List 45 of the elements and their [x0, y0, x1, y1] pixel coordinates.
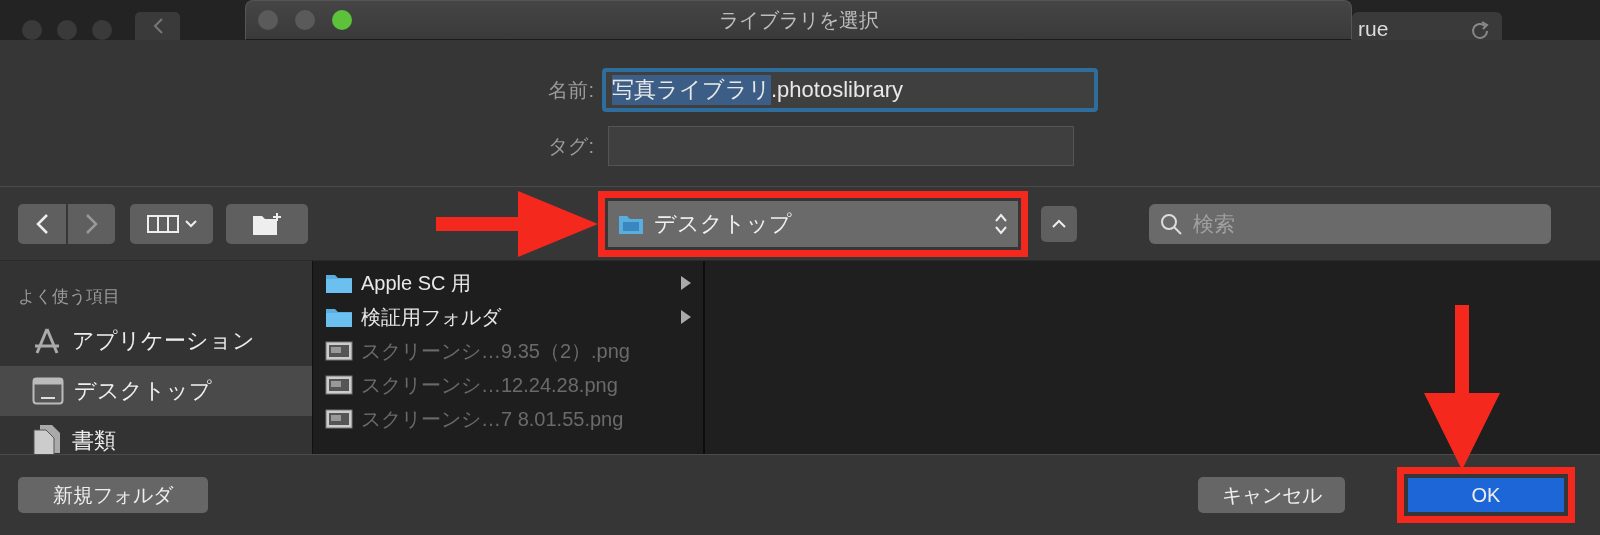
window-control [22, 20, 42, 40]
file-row[interactable]: 検証用フォルダ [313, 300, 703, 334]
disclosure-icon [681, 276, 691, 290]
stepper-icon [994, 211, 1008, 236]
chevron-left-icon [151, 17, 164, 35]
ok-button[interactable]: OK [1408, 478, 1564, 512]
back-button[interactable] [18, 203, 66, 244]
reload-icon [1470, 20, 1490, 40]
zoom-button[interactable] [332, 10, 352, 30]
location-popup[interactable]: デスクトップ [608, 200, 1018, 247]
cancel-button[interactable]: キャンセル [1198, 477, 1345, 513]
sidebar-item[interactable]: アプリケーション [0, 316, 312, 366]
view-options-button[interactable] [130, 203, 213, 244]
name-field[interactable]: 写真ライブラリ.photoslibrary [602, 68, 1098, 112]
new-folder-button[interactable] [226, 203, 308, 244]
sidebar-item[interactable]: デスクトップ [0, 366, 312, 416]
columns-icon [146, 213, 179, 234]
collapse-button[interactable] [1041, 205, 1077, 242]
image-thumbnail-icon [325, 409, 353, 429]
tags-field[interactable] [608, 126, 1074, 166]
image-thumbnail-icon [325, 341, 353, 361]
new-folder-icon [252, 211, 282, 236]
window-control [92, 20, 112, 40]
chevron-right-icon [84, 212, 99, 235]
tab-text: rue [1358, 18, 1389, 40]
folder-icon [325, 272, 353, 294]
sidebar-item[interactable]: 書類 [0, 416, 312, 454]
file-row[interactable]: Apple SC 用 [313, 266, 703, 300]
background-tab[interactable]: rue [1352, 12, 1502, 40]
search-icon [1159, 211, 1183, 236]
chevron-up-icon [1052, 218, 1066, 229]
folder-icon [325, 306, 353, 328]
sidebar-header: よく使う項目 [17, 286, 121, 308]
chevron-left-icon [35, 212, 49, 235]
window-title: ライブラリを選択 [717, 7, 880, 33]
forward-button[interactable] [68, 203, 115, 244]
desktop-icon [32, 377, 64, 405]
disclosure-icon [681, 310, 691, 324]
name-label: 名前: [548, 77, 594, 103]
new-folder-button[interactable]: 新規フォルダ [18, 477, 208, 513]
app-icon [32, 326, 62, 356]
caret-icon [184, 219, 197, 228]
tags-label: タグ: [548, 133, 594, 159]
image-thumbnail-icon [325, 375, 353, 395]
window-control [57, 20, 77, 40]
